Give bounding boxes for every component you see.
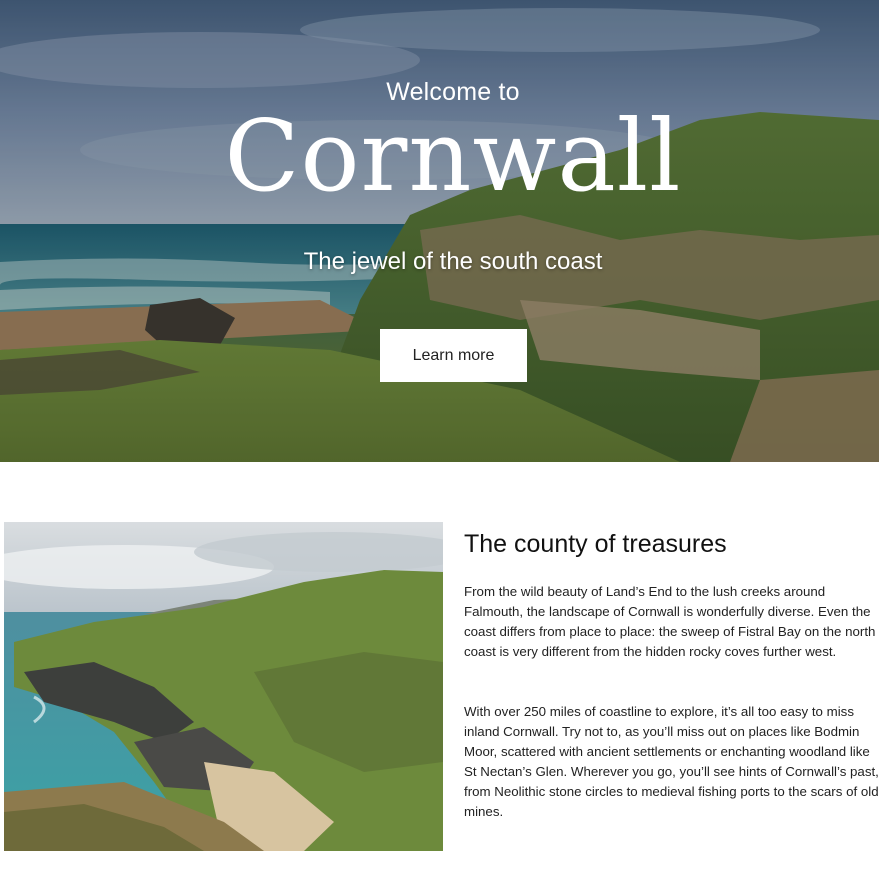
hero-banner: Welcome to Cornwall The jewel of the sou… [0,0,879,462]
section-paragraph: With over 250 miles of coastline to expl… [464,704,879,819]
section-paragraph: From the wild beauty of Land’s End to th… [464,584,876,659]
hero-subtitle: The jewel of the south coast [303,248,603,275]
hero-title: Cornwall [224,100,682,214]
hero-overlay [0,0,879,462]
learn-more-button[interactable]: Learn more [380,329,527,382]
coastline-photo [4,522,443,851]
section-heading: The county of treasures [464,530,727,558]
